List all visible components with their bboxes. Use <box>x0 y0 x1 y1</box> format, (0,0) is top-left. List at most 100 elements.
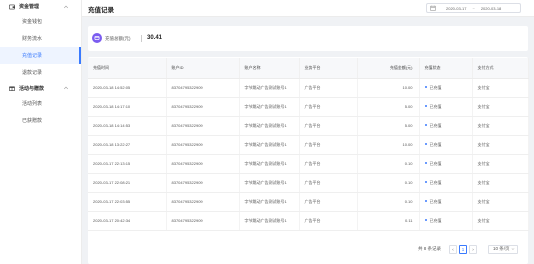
table-cell-amount: 10.00 <box>357 78 420 98</box>
table-cell-platform: 广告平台 <box>299 154 358 174</box>
table-cell-platform: 广告平台 <box>299 116 358 136</box>
nav-group-activities[interactable]: 活动与赠款 <box>0 81 81 95</box>
page-title: 充值记录 <box>88 7 114 14</box>
table-cell-account-id: 83704795322909 <box>166 135 240 155</box>
status-text: 已充值 <box>429 122 442 128</box>
table-cell-time: 2020-03-18 14:17:10 <box>88 97 167 117</box>
next-page-button[interactable]: › <box>469 244 477 254</box>
sidebar-item-wallet[interactable]: 资金钱包 <box>0 13 81 30</box>
table-row: 2020-03-17 22:03:55 83704795322909 字节跳动广告测… <box>88 192 529 212</box>
status-dot-icon <box>424 105 427 108</box>
status-cell: 已充值 <box>419 135 473 155</box>
column-header: 账户ID <box>166 58 240 79</box>
date-range-picker[interactable]: 2020-03-17 ~ 2020-03-18 <box>426 3 521 13</box>
table-cell-platform: 广告平台 <box>299 135 358 155</box>
status-cell: 已充值 <box>419 192 473 212</box>
status-dot-icon <box>424 219 427 222</box>
table-cell-account-id: 83704795322909 <box>166 154 240 174</box>
sidebar-item-activity-list[interactable]: 活动列表 <box>0 95 81 112</box>
table-cell-pay: 支付宝 <box>472 135 529 155</box>
gift-icon <box>8 85 15 92</box>
records-table: 充值时间 账户ID 账户名称 业务平台 充值金额(元) 充值状态 支付方式 20… <box>88 58 529 231</box>
column-header: 业务平台 <box>299 58 358 79</box>
table-cell-time: 2020-03-18 14:14:53 <box>88 116 167 136</box>
table-cell-pay: 支付宝 <box>472 154 529 174</box>
nav-group-label: 资金管理 <box>19 4 40 10</box>
status-text: 已充值 <box>429 160 442 166</box>
status-cell: 已充值 <box>419 116 473 136</box>
pagination-total: 共 8 条记录 <box>417 246 441 251</box>
table-cell-account-id: 83704795322909 <box>166 192 240 212</box>
table-cell-amount: 0.10 <box>357 192 420 212</box>
sidebar-item-recharge-records[interactable]: 充值记录 <box>0 47 81 64</box>
table-cell-pay: 支付宝 <box>472 211 529 231</box>
table-cell-account-id: 83704795322909 <box>166 97 240 117</box>
status-dot-icon <box>424 162 427 165</box>
nav-group-label: 活动与赠款 <box>19 85 45 92</box>
sidebar-item-label: 已获赠款 <box>22 118 43 124</box>
sidebar-item-ledger[interactable]: 财务流水 <box>0 30 81 47</box>
column-header: 充值金额(元) <box>357 58 420 79</box>
sidebar-item-label: 活动列表 <box>22 101 43 107</box>
table-cell-pay: 支付宝 <box>472 97 529 117</box>
table-row: 2020-03-18 14:14:53 83704795322909 字节跳动广告测… <box>88 116 529 136</box>
table-cell-pay: 支付宝 <box>472 116 529 136</box>
nav-group-funds[interactable]: 资金管理 <box>0 0 81 13</box>
page-number-button[interactable]: 1 <box>459 244 467 254</box>
page-size-value: 10 条/页 <box>493 246 510 251</box>
table-row: 2020-03-18 13:22:27 83704795322909 字节跳动广告测… <box>88 135 529 155</box>
page-size-select[interactable]: 10 条/页 <box>488 244 518 254</box>
table-cell-platform: 广告平台 <box>299 97 358 117</box>
status-text: 已充值 <box>429 103 442 109</box>
table-cell-platform: 广告平台 <box>299 192 358 212</box>
prev-page-button[interactable]: ‹ <box>449 244 457 254</box>
table-cell-amount: 0.11 <box>357 211 420 231</box>
summary-value: 30.41 <box>147 35 163 41</box>
table-cell-name: 字节跳动广告测试账号1 <box>239 192 300 212</box>
status-text: 已充值 <box>429 141 442 147</box>
table-cell-name: 字节跳动广告测试账号1 <box>239 116 300 136</box>
table-cell-time: 2020-03-17 22:03:55 <box>88 192 167 212</box>
status-cell: 已充值 <box>419 78 473 98</box>
table-cell-amount: 5.00 <box>357 97 420 117</box>
table-cell-time: 2020-03-18 14:52:05 <box>88 78 167 98</box>
table-cell-time: 2020-03-17 22:08:21 <box>88 173 167 193</box>
sidebar-item-refund-records[interactable]: 退款记录 <box>0 64 81 81</box>
table-cell-account-id: 83704795322909 <box>166 116 240 136</box>
summary-label: 充值总额(元) <box>105 36 131 41</box>
sidebar-item-grants-received[interactable]: 已获赠款 <box>0 112 81 129</box>
sidebar-item-label: 资金钱包 <box>22 19 43 25</box>
status-dot-icon <box>424 200 427 203</box>
chevron-down-icon <box>511 248 515 250</box>
table-cell-amount: 0.10 <box>357 154 420 174</box>
wallet-icon <box>8 3 15 10</box>
sidebar-item-label: 充值记录 <box>22 53 43 59</box>
summary-divider <box>141 35 142 42</box>
date-start[interactable]: 2020-03-17 <box>446 6 466 11</box>
table-cell-pay: 支付宝 <box>472 192 529 212</box>
status-text: 已充值 <box>429 179 442 185</box>
sidebar: 资金管理 资金钱包 财务流水 充值记录 退款记录 活动与赠款 活动列表 已获赠款 <box>0 0 82 264</box>
table-cell-account-id: 83704795322909 <box>166 173 240 193</box>
sidebar-item-label: 财务流水 <box>22 36 43 42</box>
date-end[interactable]: 2020-03-18 <box>481 6 501 11</box>
records-table-card: 充值时间 账户ID 账户名称 业务平台 充值金额(元) 充值状态 支付方式 20… <box>88 57 529 264</box>
calendar-icon <box>430 5 436 11</box>
column-header: 账户名称 <box>239 58 300 79</box>
table-cell-amount: 10.00 <box>357 135 420 155</box>
table-cell-platform: 广告平台 <box>299 211 358 231</box>
table-cell-time: 2020-03-17 22:13:15 <box>88 154 167 174</box>
status-cell: 已充值 <box>419 154 473 174</box>
table-cell-time: 2020-03-18 13:22:27 <box>88 135 167 155</box>
column-header: 充值状态 <box>419 58 473 79</box>
status-cell: 已充值 <box>419 173 473 193</box>
table-cell-platform: 广告平台 <box>299 173 358 193</box>
table-cell-platform: 广告平台 <box>299 78 358 98</box>
date-separator: ~ <box>472 5 475 11</box>
status-dot-icon <box>424 143 427 146</box>
status-cell: 已充值 <box>419 211 473 231</box>
coin-icon <box>92 33 102 43</box>
status-text: 已充值 <box>429 217 442 223</box>
status-dot-icon <box>424 124 427 127</box>
status-dot-icon <box>424 181 427 184</box>
